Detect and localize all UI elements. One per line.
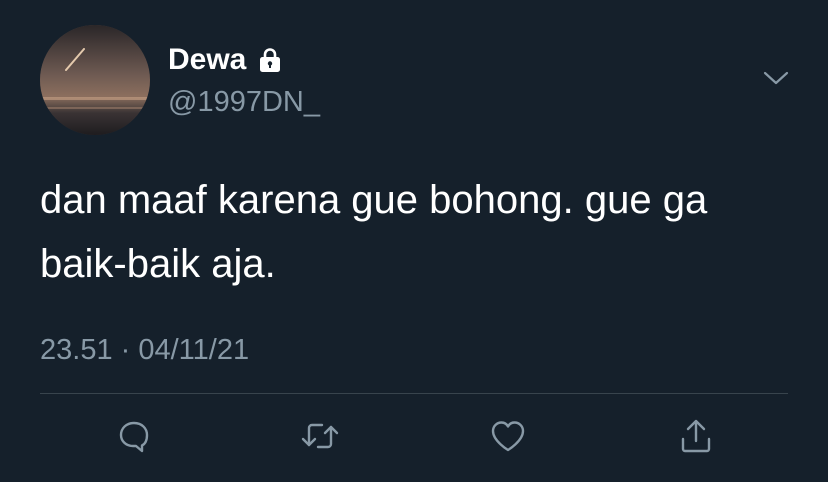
chevron-down-icon[interactable] xyxy=(762,68,790,88)
like-button[interactable] xyxy=(484,412,532,460)
heart-icon xyxy=(491,421,525,452)
lock-icon xyxy=(260,48,281,72)
display-name-text: Dewa xyxy=(168,43,247,76)
tweet-text-line: dan maaf karena gue bohong. gue ga xyxy=(40,178,708,222)
timestamp[interactable]: 23.51 · 04/11/21 xyxy=(40,332,249,368)
comment-icon xyxy=(119,421,149,453)
action-bar xyxy=(0,412,828,460)
retweet-button[interactable] xyxy=(296,412,344,460)
tweet-text-line: baik-baik aja. xyxy=(40,242,276,286)
reply-button[interactable] xyxy=(110,412,158,460)
share-button[interactable] xyxy=(672,412,720,460)
display-name[interactable]: Dewa xyxy=(168,42,282,78)
divider xyxy=(40,393,788,394)
user-handle[interactable]: @1997DN_ xyxy=(168,84,320,120)
tweet-card: Dewa @1997DN_ dan maaf karena gue bohong… xyxy=(0,0,828,482)
retweet-icon xyxy=(301,423,339,449)
avatar[interactable] xyxy=(40,25,150,135)
tweet-text: dan maaf karena gue bohong. gue ga baik-… xyxy=(40,168,790,296)
share-icon xyxy=(681,419,711,453)
avatar-image xyxy=(40,25,150,135)
